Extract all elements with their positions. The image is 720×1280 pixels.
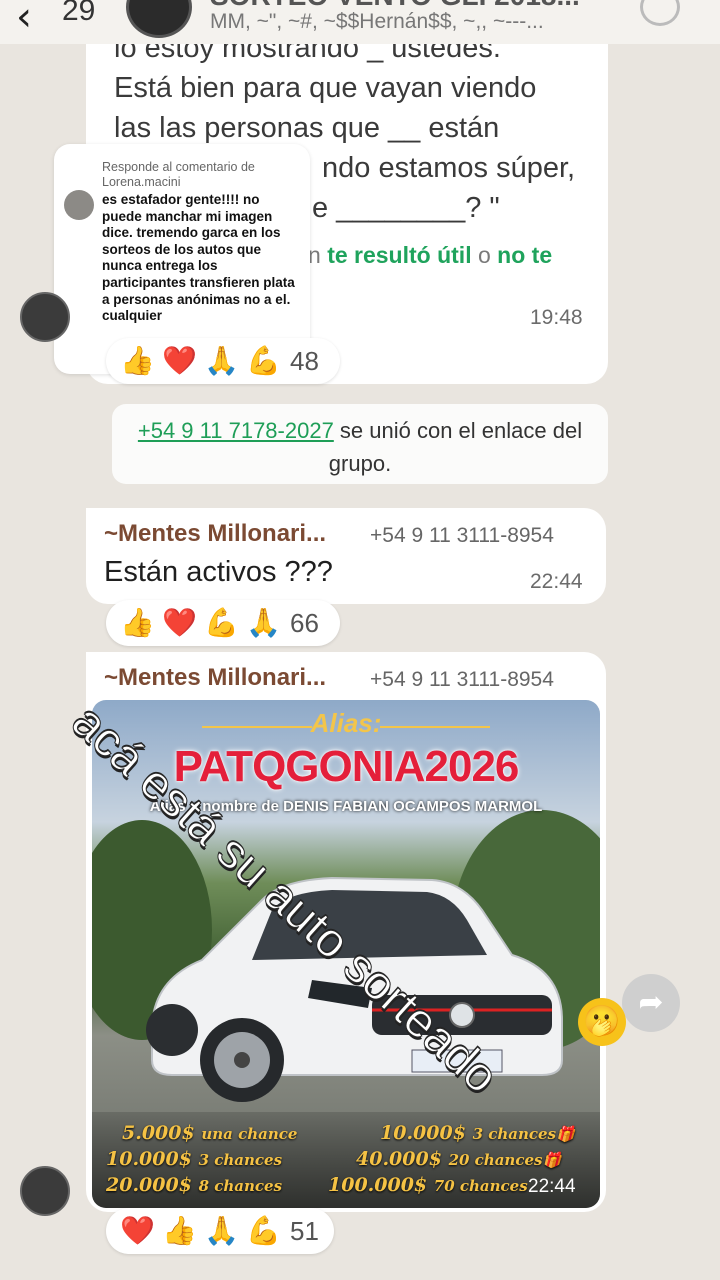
muscle-icon: 💪 [246,344,281,377]
heart-icon: ❤️ [120,1214,155,1247]
reply-header: Responde al comentario de Lorena.macini [102,160,255,189]
price-entry: 40.000$ 20 chances🎁 [356,1148,561,1170]
call-icon[interactable] [640,0,680,26]
face-with-hand-icon: 🫢 [578,998,626,1046]
alias-label: Alias: [310,708,382,738]
reactions-bar[interactable]: 👍 ❤️ 💪 🙏 66 [106,600,340,646]
price-amount: 100.000$ [328,1174,428,1196]
price-entry: 5.000$ una chance [122,1122,297,1144]
heart-icon: ❤️ [162,606,197,639]
commenter-avatar [64,190,94,220]
helpful-text: n te resultó útil o no te [308,242,552,269]
group-avatar[interactable] [126,0,192,38]
price-amount: 40.000$ [356,1148,442,1170]
thumbs-up-icon: 👍 [162,1214,197,1247]
sender-name[interactable]: ~Mentes Millonari... [104,520,326,548]
price-amount: 10.000$ [380,1122,466,1144]
helpful-no: no te [497,242,553,268]
price-chances: 3 chances [198,1151,283,1169]
group-members[interactable]: MM, ~", ~#, ~$$Hernán$$, ~,, ~---... [210,10,544,34]
pray-icon: 🙏 [204,344,239,377]
message-line: e ________? " [312,192,500,224]
price-chances: una chance [201,1125,298,1143]
reaction-count: 48 [290,345,319,376]
price-chances: 8 chances [198,1177,283,1195]
message-line: las las personas que __ están [114,112,500,144]
pray-icon: 🙏 [246,606,281,639]
sender-phone: +54 9 11 3111-8954 [370,668,554,691]
price-entry: 100.000$ 70 chances [328,1174,528,1196]
sender-phone: +54 9 11 3111-8954 [370,524,554,547]
pray-icon: 🙏 [204,1214,239,1247]
sender-avatar[interactable] [20,1166,70,1216]
muscle-icon: 💪 [204,606,239,639]
sender-avatar[interactable] [20,292,70,342]
message-bubble[interactable]: ~Mentes Millonari... +54 9 11 3111-8954 … [86,508,606,604]
price-amount: 20.000$ [106,1174,192,1196]
chat-area: lo estoy mostrando _ ustedes. Está bien … [0,44,720,1280]
price-entry: 10.000$ 3 chances [106,1148,282,1170]
price-chances: 70 chances [433,1177,528,1195]
reply-text: es estafador gente!!!! no puede manchar … [102,192,295,324]
join-phone-link[interactable]: +54 9 11 7178-2027 [138,418,334,443]
price-entry: 10.000$ 3 chances🎁 [380,1122,575,1144]
message-line: ndo estamos súper, [322,152,576,184]
message-line: Está bien para que vayan viendo [114,72,537,104]
thumbs-up-icon: 👍 [120,344,155,377]
price-chances: 3 chances🎁 [472,1125,575,1143]
join-text: se unió con el enlace del grupo. [328,418,583,476]
message-time: 22:44 [530,570,583,593]
message-time: 22:44 [528,1176,576,1197]
back-chevron-icon[interactable]: ‹ [16,0,32,40]
share-arrow-icon[interactable]: ➦ [622,974,680,1032]
thumbs-up-icon: 👍 [120,606,155,639]
price-amount: 5.000$ [122,1122,195,1144]
price-entry: 20.000$ 8 chances [106,1174,282,1196]
message-text: Están activos ??? [104,556,333,588]
message-time: 19:48 [530,306,583,329]
helpful-yes: te resultó útil [327,242,472,268]
helpful-mid: o [477,242,491,268]
price-amount: 10.000$ [106,1148,192,1170]
reaction-count: 66 [290,607,319,638]
price-chances: 20 chances🎁 [448,1151,562,1169]
reactions-bar[interactable]: 👍 ❤️ 🙏 💪 48 [106,338,340,384]
heart-icon: ❤️ [162,344,197,377]
muscle-icon: 💪 [246,1214,281,1247]
chat-header: ‹ 29 SORTEO VENTO GLI 2018... MM, ~", ~#… [0,0,720,44]
message-line: lo estoy mostrando _ ustedes. [114,44,501,64]
reactions-bar[interactable]: ❤️ 👍 🙏 💪 51 [106,1208,334,1254]
reaction-count: 51 [290,1215,319,1246]
system-join-message: +54 9 11 7178-2027 se unió con el enlace… [112,404,608,484]
sender-name[interactable]: ~Mentes Millonari... [104,664,326,692]
unread-count[interactable]: 29 [62,0,95,28]
